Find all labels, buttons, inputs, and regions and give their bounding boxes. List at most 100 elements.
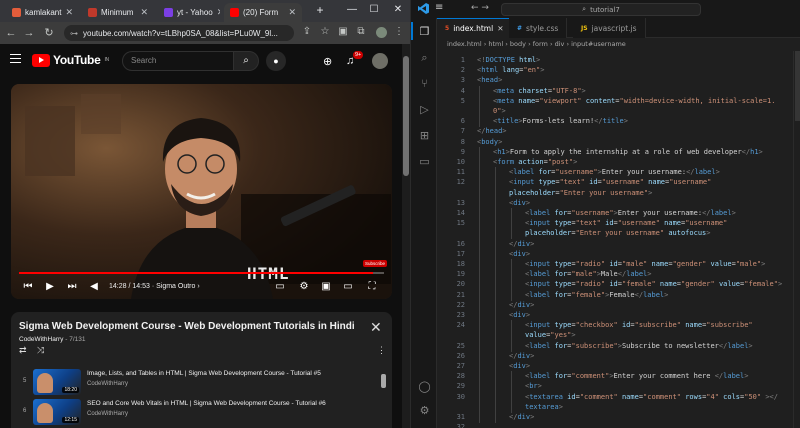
create-video-icon[interactable]: ⊕ xyxy=(323,55,332,68)
code-line[interactable]: 5 <meta name="viewport" content="width=de… xyxy=(437,95,793,107)
code-line[interactable]: 14 <label for="username">Enter your usern… xyxy=(437,208,793,219)
navigate-back-forward-icon[interactable]: ← → xyxy=(471,3,489,13)
minimap[interactable] xyxy=(793,51,800,428)
code-line[interactable]: placeholder="Enter your username" autofo… xyxy=(437,228,793,240)
editor-tab[interactable]: JS javascript.js xyxy=(573,18,646,38)
code-line[interactable]: 9 <h1>Form to apply the internship at a r… xyxy=(437,146,793,158)
code-line[interactable]: 12 <input type="text" id="username" name=… xyxy=(437,177,793,189)
address-bar[interactable]: ⊶ youtube.com/watch?v=tLBhp0SA_08&list=P… xyxy=(64,25,294,41)
maximize-button[interactable]: ☐ xyxy=(366,4,382,15)
code-line[interactable]: textarea> xyxy=(437,401,793,413)
youtube-logo[interactable]: YouTube IN xyxy=(32,53,109,67)
subscribe-watermark[interactable]: Subscribe xyxy=(363,260,388,267)
progress-bar[interactable] xyxy=(19,272,384,274)
play-icon[interactable]: ▶ xyxy=(43,281,57,292)
volume-icon[interactable]: ◀ xyxy=(87,281,101,292)
run-debug-icon[interactable]: ▷ xyxy=(418,103,431,116)
back-icon[interactable]: ← xyxy=(4,26,18,40)
close-tab-icon[interactable]: ✕ xyxy=(217,7,220,18)
loop-icon[interactable]: ⇄ xyxy=(19,345,27,356)
search-button[interactable]: ⌕ xyxy=(233,51,259,71)
share-icon[interactable]: ⇪ xyxy=(300,26,314,37)
reload-icon[interactable]: ↻ xyxy=(42,26,56,40)
previous-icon[interactable]: ⏮ xyxy=(21,281,35,292)
code-line[interactable]: 15 <input type="text" id="username" name=… xyxy=(437,218,793,230)
code-editor[interactable]: 1 <!DOCTYPE html> 2 <html lang="en"> 3 <head>… xyxy=(437,51,793,428)
new-tab-button[interactable]: + xyxy=(312,3,328,17)
code-line[interactable]: 24 <input type="checkbox" id="subscribe" … xyxy=(437,320,793,332)
browser-menu-icon[interactable]: ⋮ xyxy=(392,26,406,37)
code-line[interactable]: 6 <title>Forms-lets learn!</title> xyxy=(437,116,793,128)
page-scrollbar[interactable] xyxy=(402,44,410,428)
forward-icon[interactable]: → xyxy=(22,26,36,40)
page-scroll-thumb[interactable] xyxy=(403,56,409,176)
profile-avatar[interactable] xyxy=(376,27,387,38)
code-line[interactable]: 31 </div> xyxy=(437,412,793,423)
playlist-item-channel[interactable]: CodeWithHarry xyxy=(87,381,128,387)
playlist-item-thumbnail[interactable]: 18:20 xyxy=(33,369,81,395)
settings-gear-icon[interactable]: ⚙ xyxy=(297,281,311,292)
browser-tab[interactable]: kamlakant ✕ xyxy=(6,3,78,22)
account-avatar[interactable] xyxy=(372,53,388,69)
browser-tab[interactable]: (20) Form ✕ xyxy=(224,3,302,22)
command-center[interactable]: ⌕ tutorial7 xyxy=(501,3,701,16)
code-line[interactable]: 4 <meta charset="UTF-8"> xyxy=(437,85,793,97)
extension-icon[interactable]: ▣ xyxy=(336,26,350,37)
breadcrumb[interactable]: index.html › html › body › form › div › … xyxy=(437,38,800,51)
video-player[interactable]: HTML Subscribe ⏮ ▶ ⏭ ◀ 14:28 / 14:53 · S… xyxy=(11,84,392,299)
playlist-title[interactable]: Sigma Web Development Course - Web Devel… xyxy=(19,321,359,332)
code-line[interactable]: 23 <div> xyxy=(437,310,793,321)
editor-tab[interactable]: 5 index.html ✕ xyxy=(437,18,513,38)
code-line[interactable]: 32 xyxy=(437,422,793,428)
playlist-item[interactable]: 6 12:15 SEO and Core Web Vitals in HTML | … xyxy=(11,398,392,426)
code-line[interactable]: 27 <div> xyxy=(437,361,793,372)
minimap-slider[interactable] xyxy=(795,51,800,121)
extensions-icon[interactable]: ⊞ xyxy=(418,129,431,142)
code-line[interactable]: 7 </head> xyxy=(437,126,793,136)
playlist-scrollbar[interactable] xyxy=(381,368,386,428)
browser-tab[interactable]: Minimum ✕ xyxy=(82,3,154,22)
close-tab-icon[interactable]: ✕ xyxy=(140,7,148,18)
menu-icon[interactable]: ≡ xyxy=(435,2,443,13)
playlist-channel[interactable]: CodeWithHarry - 7/131 xyxy=(19,336,85,343)
explorer-icon[interactable]: ❐ xyxy=(418,25,431,38)
code-line[interactable]: 25 <label for="subscribe">Subscribe to ne… xyxy=(437,340,793,352)
code-line[interactable]: 26 </div> xyxy=(437,350,793,362)
close-tab-icon[interactable]: ✕ xyxy=(65,7,73,18)
site-info-icon[interactable]: ⊶ xyxy=(70,29,78,38)
code-line[interactable]: 19 <label for="male">Male</label> xyxy=(437,269,793,281)
close-window-button[interactable]: ✕ xyxy=(390,4,406,15)
browser-tab[interactable]: yt - Yahoo ✕ xyxy=(158,3,220,22)
source-control-icon[interactable]: ⑂ xyxy=(418,77,431,90)
account-icon[interactable]: ◯ xyxy=(418,380,431,393)
close-tab-icon[interactable]: ✕ xyxy=(497,24,503,33)
playlist-item-thumbnail[interactable]: 12:15 xyxy=(33,399,81,425)
close-icon[interactable]: ✕ xyxy=(370,319,382,336)
more-options-icon[interactable]: ⋮ xyxy=(377,345,386,356)
code-line[interactable]: 1 <!DOCTYPE html> xyxy=(437,55,793,65)
miniplayer-icon[interactable]: ▣ xyxy=(319,281,333,292)
code-line[interactable]: 8 <body> xyxy=(437,137,793,147)
code-line[interactable]: placeholder="Enter your username"> xyxy=(437,187,793,199)
playlist-item[interactable]: 5 18:20 Image, Lists, and Tables in HTML |… xyxy=(11,368,392,396)
code-line[interactable]: 22 </div> xyxy=(437,299,793,311)
code-line[interactable]: 20 <input type="radio" id="female" name="… xyxy=(437,279,793,291)
next-icon[interactable]: ⏭ xyxy=(65,281,79,292)
bookmark-star-icon[interactable]: ☆ xyxy=(318,26,332,37)
code-line[interactable]: 30 <textarea id="comment" name="comment" … xyxy=(437,391,793,403)
theater-mode-icon[interactable]: ▭ xyxy=(341,281,355,292)
subtitles-icon[interactable]: ▭ xyxy=(273,281,287,292)
code-line[interactable]: 0"> xyxy=(437,106,793,117)
code-line[interactable]: 18 <input type="radio" id="male" name="ge… xyxy=(437,259,793,270)
shuffle-icon[interactable]: ⤨ xyxy=(37,345,44,356)
manage-gear-icon[interactable]: ⚙ xyxy=(418,404,431,417)
code-line[interactable]: 29 <br> xyxy=(437,381,793,393)
code-line[interactable]: 3 <head> xyxy=(437,75,793,85)
hamburger-menu-icon[interactable] xyxy=(10,54,21,63)
search-input[interactable]: Search xyxy=(122,51,234,71)
fullscreen-icon[interactable]: ⛶ xyxy=(365,281,379,292)
playlist-item-title[interactable]: SEO and Core Web Vitals in HTML | Sigma … xyxy=(87,400,377,407)
code-line[interactable]: 28 <label for="comment">Enter your commen… xyxy=(437,371,793,383)
close-tab-icon[interactable]: ✕ xyxy=(288,7,296,18)
code-line[interactable]: 21 <label for="female">Female</label> xyxy=(437,289,793,301)
